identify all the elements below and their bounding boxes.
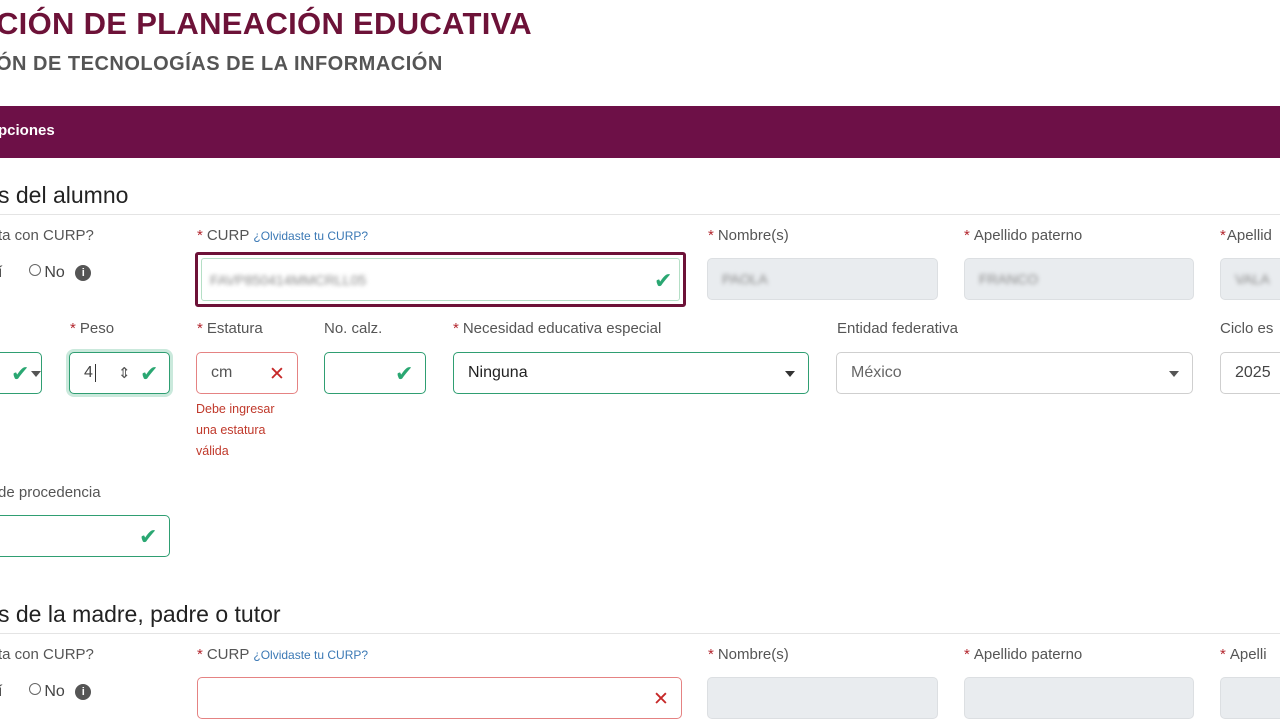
student-nombre-label: * Nombre(s) [708, 227, 789, 244]
error-x-icon: ✕ [653, 689, 669, 710]
student-peso-label: * Peso [70, 320, 115, 337]
radio-no[interactable] [29, 683, 42, 695]
info-icon[interactable]: i [75, 265, 92, 281]
student-ap-paterno-input[interactable]: FRANCO [964, 258, 1194, 300]
tutor-curp-label: * CURP ¿Olvidaste tu CURP? [197, 646, 369, 663]
page-title: CIÓN DE PLANEACIÓN EDUCATIVA [0, 6, 532, 41]
tutor-has-curp-radios: í No i [0, 683, 92, 701]
spinner-icon[interactable]: ⇕ [118, 364, 131, 382]
student-necesidad-label: * Necesidad educativa especial [453, 320, 662, 337]
student-entidad-label: Entidad federativa [837, 320, 958, 337]
student-procedencia-input[interactable]: ✔ [0, 515, 170, 557]
tutor-has-curp-label: ta con CURP? [0, 646, 94, 663]
chevron-down-icon [785, 371, 795, 377]
student-ap-materno-input[interactable]: VALA [1220, 258, 1280, 300]
student-has-curp-radios: í No i [0, 264, 92, 282]
error-x-icon: ✕ [269, 364, 285, 385]
tutor-ap-paterno-label: * Apellido paterno [964, 646, 1083, 663]
tutor-ap-materno-label: * Apelli [1220, 646, 1267, 663]
check-icon: ✔ [654, 268, 673, 293]
student-ciclo-label: Ciclo es [1220, 320, 1274, 337]
check-icon: ✔ [11, 361, 30, 386]
page-subtitle: ÓN DE TECNOLOGÍAS DE LA INFORMACIÓN [0, 53, 443, 75]
nav-band-label[interactable]: pciones [0, 122, 55, 139]
student-section-title: s del alumno [0, 182, 129, 208]
student-entidad-select[interactable]: México [836, 352, 1193, 394]
necesidad-value: Ninguna [468, 364, 528, 381]
student-curp-label: * CURP ¿Olvidaste tu CURP? [197, 227, 369, 244]
radio-si-label[interactable]: í [0, 683, 2, 700]
tutor-ap-materno-input[interactable] [1220, 677, 1280, 719]
check-icon: ✔ [139, 524, 158, 549]
ciclo-value: 2025 [1235, 364, 1271, 381]
entidad-value: México [851, 364, 902, 381]
tutor-ap-paterno-input[interactable] [964, 677, 1194, 719]
text-cursor [94, 364, 96, 382]
student-nombre-input[interactable]: PAOLA [707, 258, 938, 300]
forgot-curp-link[interactable]: ¿Olvidaste tu CURP? [253, 648, 368, 662]
estatura-placeholder: cm [211, 364, 233, 381]
estatura-error-message: Debe ingresar una estatura válida [196, 402, 275, 458]
tutor-curp-input[interactable]: ✕ [197, 677, 682, 719]
student-section-divider [0, 214, 1280, 215]
radio-no-label[interactable]: No [44, 264, 64, 281]
student-peso-value: 4 [84, 364, 93, 381]
student-estatura-input[interactable]: cm ✕ [196, 352, 298, 394]
chevron-down-icon [1169, 371, 1179, 377]
student-estatura-label: * Estatura [197, 320, 263, 337]
student-curp-value: FAVP850414MMCRLL05 [210, 271, 367, 288]
student-procedencia-label: de procedencia [0, 484, 101, 501]
check-icon: ✔ [140, 361, 159, 386]
tutor-section-title: s de la madre, padre o tutor [0, 601, 281, 627]
check-icon: ✔ [395, 361, 414, 386]
student-has-curp-label: ta con CURP? [0, 227, 94, 244]
student-peso-input[interactable]: 4 ⇕ ✔ [69, 352, 170, 394]
student-calzado-input[interactable]: ✔ [324, 352, 426, 394]
student-curp-input[interactable]: FAVP850414MMCRLL05 ✔ [195, 252, 686, 307]
chevron-down-icon [31, 371, 41, 377]
student-sexo-select[interactable]: ✔ [0, 352, 42, 394]
student-calzado-label: No. calz. [324, 320, 383, 337]
radio-si-label[interactable]: í [0, 264, 2, 281]
tutor-section-divider [0, 633, 1280, 634]
radio-no-label[interactable]: No [44, 683, 64, 700]
tutor-nombre-label: * Nombre(s) [708, 646, 789, 663]
forgot-curp-link[interactable]: ¿Olvidaste tu CURP? [253, 229, 368, 243]
student-necesidad-select[interactable]: Ninguna [453, 352, 809, 394]
tutor-nombre-input[interactable] [707, 677, 938, 719]
student-ap-materno-label: *Apellid [1220, 227, 1272, 244]
student-ap-paterno-label: * Apellido paterno [964, 227, 1083, 244]
student-ciclo-select[interactable]: 2025 [1220, 352, 1280, 394]
info-icon[interactable]: i [75, 684, 92, 700]
nav-band [0, 106, 1280, 158]
radio-no[interactable] [29, 264, 42, 276]
